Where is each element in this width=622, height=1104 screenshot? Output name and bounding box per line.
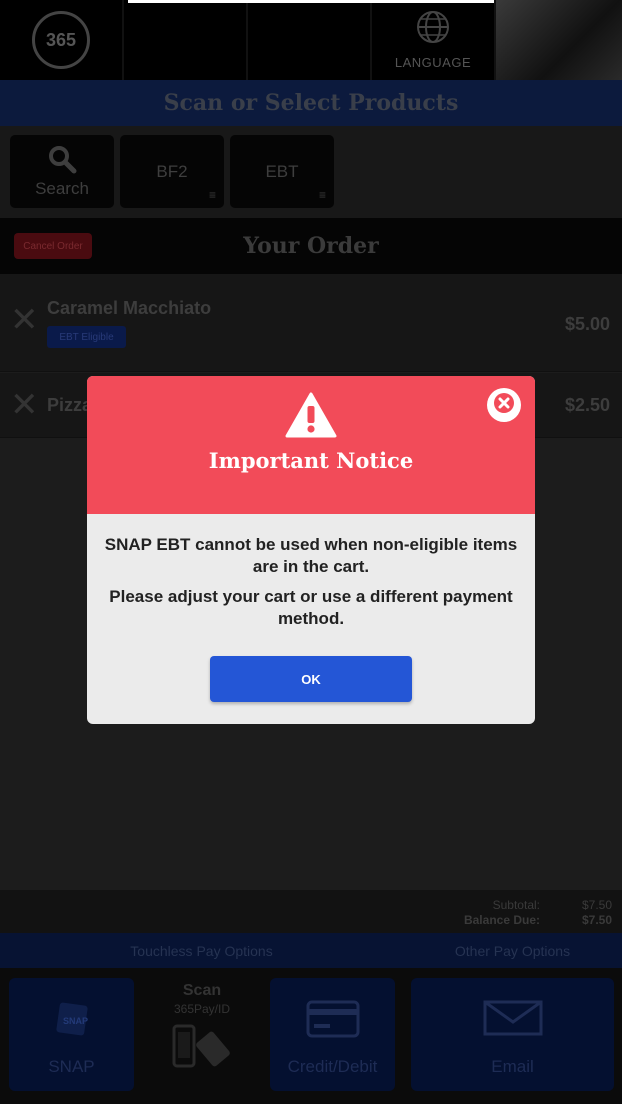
search-button[interactable]: Search [10,135,114,208]
order-item: ✕ Caramel Macchiato $5.00 [0,274,622,372]
order-header: Your Order Cancel Order [0,218,622,274]
scan-subtitle: 365Pay/ID [173,1002,231,1016]
envelope-icon [483,1000,543,1041]
ok-button[interactable]: OK [210,656,412,702]
pay-options-tabs: Touchless Pay Options Other Pay Options [0,933,622,968]
scan-title: Scan [182,982,222,999]
top-empty-cell-2 [248,0,372,80]
logo-365: 365 [32,11,90,69]
category-row: Search BF2 ≡ EBT ≡ [0,126,622,218]
balance-label: Balance Due: [463,913,540,927]
dialog-message-1: SNAP EBT cannot be used when non-eligibl… [104,535,518,576]
promo-image [496,0,622,80]
item-name: Caramel Macchiato [47,298,212,318]
category-bf2-label: BF2 [156,161,188,181]
scan-banner: Scan or Select Products [0,80,622,126]
remove-item-icon[interactable]: ✕ [10,385,39,425]
totals-panel: Subtotal: $7.50 Balance Due: $7.50 [0,890,622,933]
order-title: Your Order [243,233,379,259]
menu-lines-icon: ≡ [318,188,326,202]
important-notice-dialog: Important Notice SNAP EBT cannot be used… [87,376,535,724]
phone-scan-icon [172,1024,232,1075]
remove-item-icon[interactable]: ✕ [10,300,39,340]
credit-card-icon [306,1000,360,1043]
item-name: Pizza [47,395,93,415]
warning-icon [285,392,337,443]
top-white-strip [128,0,494,3]
top-empty-cell-1 [124,0,248,80]
menu-lines-icon: ≡ [208,188,216,202]
tab-touchless-pay[interactable]: Touchless Pay Options [0,933,403,968]
language-label: LANGUAGE [394,55,472,70]
globe-icon [416,10,450,49]
cancel-order-button[interactable]: Cancel Order [14,233,92,259]
top-bar: 365 LANGUAGE [0,0,622,80]
dialog-header: Important Notice [87,376,535,514]
logo-cell: 365 [0,0,124,80]
category-bf2[interactable]: BF2 ≡ [120,135,224,208]
email-button[interactable]: Email [411,978,614,1091]
subtotal-row: Subtotal: $7.50 [420,898,612,912]
language-button[interactable]: LANGUAGE [372,0,496,80]
balance-value: $7.50 [581,913,612,927]
dialog-body: SNAP EBT cannot be used when non-eligibl… [87,514,535,724]
snap-button[interactable]: SNAP SNAP [9,978,134,1091]
snap-card-icon: SNAP [55,1000,89,1041]
item-price: $5.00 [564,314,610,334]
email-label: Email [491,1057,534,1076]
svg-text:SNAP: SNAP [63,1016,88,1026]
pay-bar: SNAP SNAP Scan 365Pay/ID Credit/Debit Em… [0,968,622,1104]
snap-label: SNAP [48,1057,95,1076]
tab-other-pay[interactable]: Other Pay Options [403,933,622,968]
category-ebt-label: EBT [265,161,299,181]
balance-row: Balance Due: $7.50 [420,913,612,927]
credit-debit-label: Credit/Debit [287,1057,378,1076]
banner-title: Scan or Select Products [163,90,459,116]
close-dialog-button[interactable] [487,388,521,422]
dialog-message-2: Please adjust your cart or use a differe… [109,587,513,628]
search-label: Search [35,179,89,198]
credit-debit-button[interactable]: Credit/Debit [270,978,395,1091]
search-icon [47,144,77,179]
subtotal-value: $7.50 [581,898,612,912]
subtotal-label: Subtotal: [492,898,540,912]
dialog-title: Important Notice [208,448,414,473]
scan-365pay-button[interactable]: Scan 365Pay/ID [142,982,262,1092]
category-ebt[interactable]: EBT ≡ [230,135,334,208]
ebt-eligible-badge: EBT Eligible [47,326,126,348]
item-price: $2.50 [564,395,610,415]
close-icon [494,392,514,418]
